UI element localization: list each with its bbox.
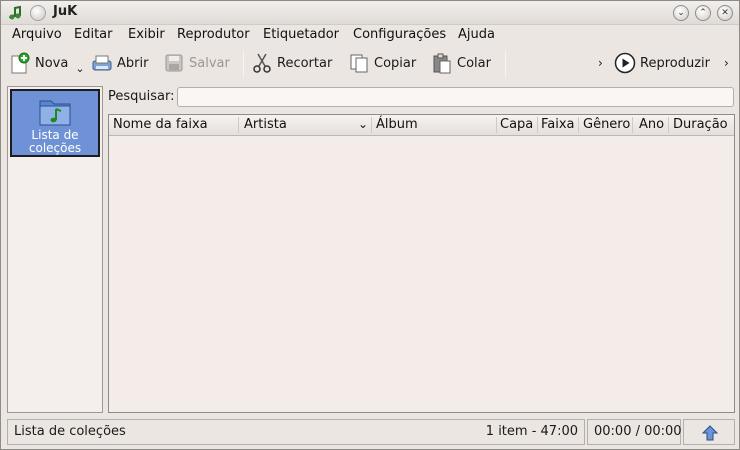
search-label: Pesquisar: (108, 89, 175, 104)
column-header-artist[interactable]: Artista (244, 117, 287, 132)
status-time: 00:00 / 00:00 (587, 419, 682, 445)
column-header-track-number[interactable]: Faixa (541, 117, 575, 132)
main-toolbar: Nova ⌄ Abrir Salvar Recortar Copiar Cola… (1, 47, 739, 79)
dropdown-arrow-icon[interactable]: ⌄ (75, 62, 84, 75)
menu-arquivo[interactable]: Arquivo (12, 27, 62, 42)
arrow-up-icon (702, 425, 718, 441)
sticky-icon[interactable] (30, 5, 46, 21)
column-header-cover[interactable]: Capa (500, 117, 533, 132)
column-header-genre[interactable]: Gênero (583, 117, 630, 132)
column-divider (537, 117, 538, 133)
cut-button[interactable]: Recortar (251, 50, 332, 76)
toolbar-overflow-button-2[interactable]: › (724, 50, 729, 76)
column-divider (238, 117, 239, 133)
chevron-up-icon: ⌃ (699, 8, 707, 18)
chevron-right-icon: › (724, 56, 729, 70)
menu-exibir[interactable]: Exibir (128, 27, 165, 42)
new-playlist-icon (9, 52, 31, 74)
column-divider (496, 117, 497, 133)
juk-app-icon[interactable] (7, 5, 23, 21)
search-input[interactable] (177, 87, 734, 107)
track-list[interactable]: Nome da faixa Artista ⌄ Álbum Capa Faixa… (108, 114, 735, 413)
cut-button-label: Recortar (277, 55, 333, 71)
sidebar-item-collection-list[interactable]: Lista de coleções (10, 89, 100, 157)
paste-icon (431, 52, 453, 74)
scissors-icon (251, 52, 273, 74)
music-folder-icon (39, 100, 71, 126)
menu-ajuda[interactable]: Ajuda (458, 27, 495, 42)
new-button-label: Nova (35, 55, 69, 71)
sort-indicator-icon: ⌄ (358, 117, 369, 131)
toolbar-separator (505, 51, 506, 77)
column-divider (371, 117, 372, 133)
title-bar[interactable]: JuK ⌄ ⌃ ✕ (1, 1, 739, 25)
sidebar-item-label: Lista de coleções (28, 128, 82, 155)
play-button-label: Reproduzir (640, 55, 710, 71)
menu-etiquetador[interactable]: Etiquetador (263, 27, 339, 42)
toolbar-overflow-button[interactable]: › (598, 50, 603, 76)
new-button[interactable]: Nova ⌄ (9, 50, 85, 76)
playlist-sidebar: Lista de coleções (7, 86, 103, 413)
status-item-count: 1 item - 47:00 (485, 424, 578, 439)
copy-button[interactable]: Copiar (348, 50, 416, 76)
save-button-label: Salvar (189, 55, 230, 71)
track-list-header: Nome da faixa Artista ⌄ Álbum Capa Faixa… (109, 115, 734, 136)
save-button[interactable]: Salvar (163, 50, 230, 76)
status-bar: Lista de coleções 1 item - 47:00 00:00 /… (1, 418, 739, 446)
column-divider (668, 117, 669, 133)
column-header-year[interactable]: Ano (639, 117, 664, 132)
paste-button-label: Colar (457, 55, 491, 71)
chevron-right-icon: › (598, 56, 603, 70)
menu-configuracoes[interactable]: Configurações (353, 27, 446, 42)
juk-window: JuK ⌄ ⌃ ✕ Arquivo Editar Exibir Reprodut… (0, 0, 740, 450)
menu-reprodutor[interactable]: Reprodutor (177, 27, 250, 42)
minimize-button[interactable]: ⌄ (673, 5, 689, 21)
column-header-album[interactable]: Álbum (376, 117, 418, 132)
play-icon (614, 52, 636, 74)
column-header-duration[interactable]: Duração (673, 117, 728, 132)
status-playlist-area: Lista de coleções 1 item - 47:00 (7, 419, 585, 445)
column-divider (632, 117, 633, 133)
status-time-text: 00:00 / 00:00 (594, 424, 682, 439)
menu-editar[interactable]: Editar (74, 27, 113, 42)
copy-button-label: Copiar (374, 55, 417, 71)
open-icon (91, 52, 113, 74)
column-header-track-name[interactable]: Nome da faixa (113, 117, 208, 132)
copy-icon (348, 52, 370, 74)
save-icon (163, 52, 185, 74)
status-playlist-name: Lista de coleções (14, 424, 126, 439)
maximize-button[interactable]: ⌃ (695, 5, 711, 21)
column-divider (578, 117, 579, 133)
chevron-down-icon: ⌄ (677, 8, 685, 18)
play-button[interactable]: Reproduzir (614, 50, 710, 76)
open-button[interactable]: Abrir (91, 50, 148, 76)
close-button[interactable]: ✕ (717, 5, 733, 21)
paste-button[interactable]: Colar (431, 50, 491, 76)
window-title: JuK (53, 4, 78, 19)
menu-bar: Arquivo Editar Exibir Reprodutor Etiquet… (1, 25, 739, 45)
close-icon: ✕ (721, 8, 729, 18)
jump-to-playing-button[interactable] (683, 419, 735, 445)
open-button-label: Abrir (117, 55, 149, 71)
toolbar-separator (243, 51, 244, 77)
